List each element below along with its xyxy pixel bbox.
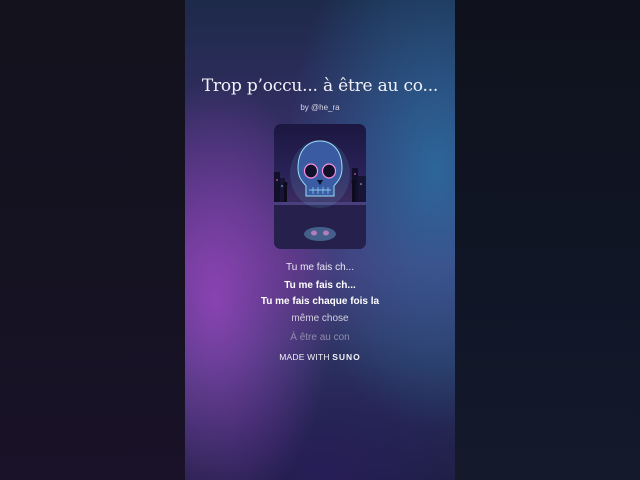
lyric-line-current: Tu me fais ch... [284, 280, 356, 291]
lyric-line-upcoming: À être au con [290, 332, 350, 343]
song-title: Trop p’occu... à être au co... [201, 76, 439, 96]
song-card: Trop p’occu... à être au co... by @he_ra [185, 0, 455, 480]
cover-artwork [274, 124, 366, 249]
footer-prefix: MADE WITH [279, 352, 330, 362]
lyric-line-current: Tu me fais chaque fois la [260, 296, 380, 307]
right-backdrop [455, 0, 640, 480]
skull-artwork-icon [274, 140, 366, 249]
lyric-line: même chose [291, 313, 349, 324]
made-with-suno-link[interactable]: MADE WITH SUNO [185, 352, 455, 362]
lyric-line: Tu me fais ch... [286, 262, 354, 273]
left-backdrop [0, 0, 185, 480]
artist-byline[interactable]: by @he_ra [185, 103, 455, 112]
suno-logo: SUNO [332, 352, 361, 362]
